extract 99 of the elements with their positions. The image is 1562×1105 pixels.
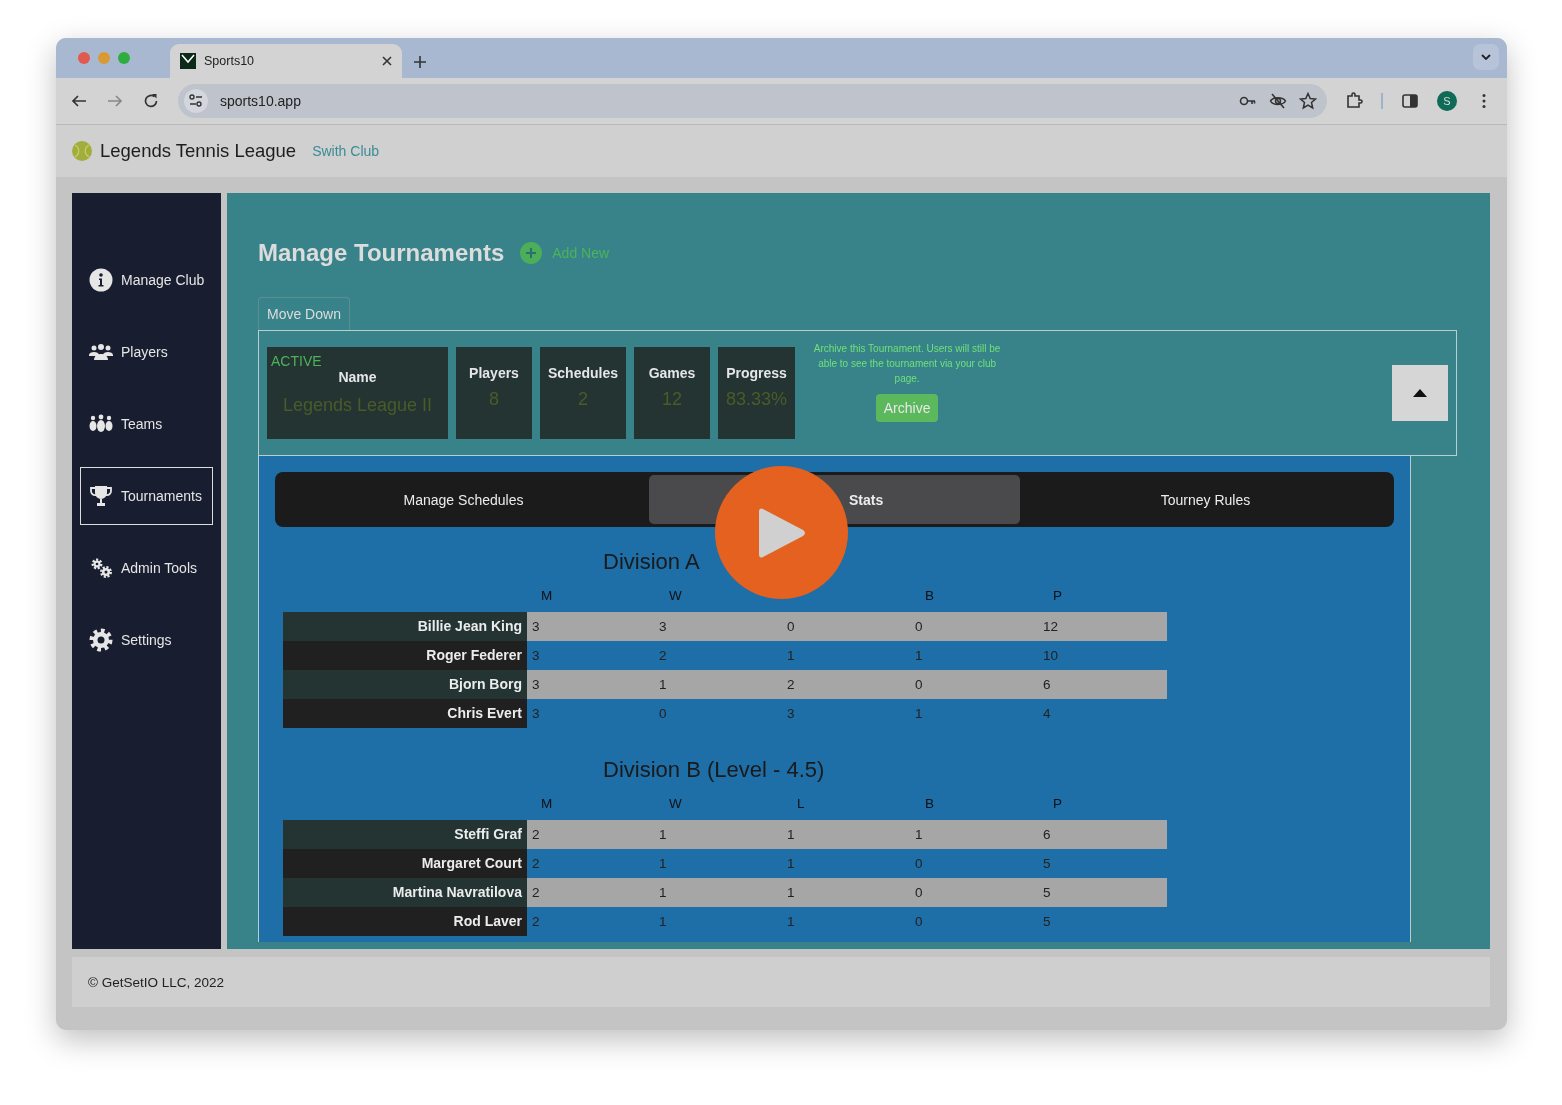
player-name: Bjorn Borg — [283, 670, 527, 699]
column-header: M — [540, 587, 554, 605]
stat-value: 1 — [914, 705, 924, 723]
division-title: Division B (Level - 4.5) — [602, 756, 826, 784]
stat-value: 0 — [911, 612, 1039, 641]
tab-search-button[interactable] — [1473, 44, 1499, 70]
chevron-down-icon — [1481, 54, 1491, 60]
page-title: Manage Tournaments — [258, 239, 505, 267]
stat-value: 0 — [911, 670, 1039, 699]
url-text: sports10.app — [220, 93, 302, 109]
stat-value: 1 — [658, 855, 668, 873]
side-panel-icon[interactable] — [1401, 92, 1420, 110]
stat-value: 1 — [655, 670, 783, 699]
tab[interactable]: Manage Schedules — [278, 475, 649, 524]
stat-value: 1 — [911, 820, 1039, 849]
star-icon[interactable] — [1299, 92, 1318, 110]
tennis-ball-icon — [72, 141, 92, 161]
copyright-text: © GetSetIO LLC, 2022 — [88, 974, 225, 990]
division-title: Division A — [602, 548, 701, 576]
stat-value: 0 — [914, 855, 924, 873]
stat-value: 2 — [658, 647, 668, 665]
stat-value: 2 — [527, 878, 655, 907]
eye-off-icon[interactable] — [1269, 92, 1288, 110]
column-header: P — [1052, 795, 1063, 813]
sidebar-item[interactable]: Manage Club — [80, 251, 213, 309]
sidebar-item[interactable]: Settings — [80, 611, 213, 669]
site-settings-icon[interactable] — [187, 92, 205, 110]
stat-value: 2 — [527, 820, 655, 849]
stat-value: 12 — [1039, 612, 1167, 641]
sidebar-item[interactable]: Tournaments — [80, 467, 213, 525]
stat-value: 5 — [1042, 855, 1052, 873]
stat-label: Progress — [726, 365, 787, 381]
column-header: B — [924, 587, 935, 605]
stat-value: 2 — [783, 670, 911, 699]
stat-value: 3 — [527, 670, 655, 699]
profile-avatar[interactable]: S — [1437, 91, 1457, 111]
stat-label: Players — [469, 365, 519, 381]
player-name: Rod Laver — [283, 907, 527, 936]
stat-value: 3 — [655, 612, 783, 641]
column-header: M — [540, 795, 554, 813]
stat-value: 4 — [1042, 705, 1052, 723]
stat-label: Games — [648, 365, 696, 381]
stat-label: Schedules — [548, 365, 619, 381]
column-header: L — [796, 795, 806, 813]
player-name: Martina Navratilova — [283, 878, 527, 907]
stat-value: 10 — [1042, 647, 1060, 665]
column-header: B — [924, 795, 935, 813]
stat-value: 3 — [786, 705, 796, 723]
stat-value: 5 — [1039, 878, 1167, 907]
puzzle-icon[interactable] — [1345, 92, 1364, 110]
stat-value: 3 — [531, 647, 541, 665]
stat-value: 1 — [914, 647, 924, 665]
jersey-icon — [180, 53, 196, 69]
tab-title: Sports10 — [204, 54, 256, 68]
site-title: Legends Tennis League — [100, 140, 297, 162]
player-name: Billie Jean King — [283, 612, 527, 641]
stat-value: 1 — [783, 878, 911, 907]
player-name: Steffi Graf — [283, 820, 527, 849]
browser-tab[interactable]: Sports10 — [170, 44, 402, 78]
status-label: ACTIVE — [271, 353, 323, 369]
stat-value: 2 — [531, 855, 541, 873]
stat-value: 3 — [527, 612, 655, 641]
trophy-icon — [89, 484, 113, 508]
player-name: Roger Federer — [283, 641, 527, 670]
tab[interactable]: Tourney Rules — [1020, 475, 1391, 524]
sidebar-item[interactable]: Admin Tools — [80, 539, 213, 597]
stat-value: 5 — [1042, 913, 1052, 931]
stat-value: 1 — [658, 913, 668, 931]
info-icon — [89, 268, 113, 292]
stat-value: 2 — [531, 913, 541, 931]
column-header: P — [1052, 587, 1063, 605]
column-header: W — [668, 795, 683, 813]
stat-label: Name — [337, 369, 378, 385]
sidebar-item[interactable]: Teams — [80, 395, 213, 453]
stat-value: 1 — [786, 855, 796, 873]
player-name: Margaret Court — [283, 849, 527, 878]
stat-value: 3 — [531, 705, 541, 723]
stat-value: 1 — [786, 647, 796, 665]
stat-value: 0 — [911, 878, 1039, 907]
address-bar[interactable]: sports10.app — [178, 84, 1328, 118]
stat-value: 6 — [1039, 820, 1167, 849]
player-name: Chris Evert — [283, 699, 527, 728]
stat-value: 1 — [783, 820, 911, 849]
stat-value: 0 — [783, 612, 911, 641]
reload-icon[interactable] — [142, 92, 160, 110]
stat-value: 1 — [655, 878, 783, 907]
stat-value: 0 — [658, 705, 668, 723]
gear-icon — [89, 628, 113, 652]
archive-note: Archive this Tournament. Users will still be able to see the tournament via your club page. — [812, 342, 1002, 386]
stat-value: 1 — [655, 820, 783, 849]
column-header: W — [668, 587, 683, 605]
sidebar-item[interactable]: Players — [80, 323, 213, 381]
new-tab-icon[interactable] — [414, 56, 426, 68]
close-tab-icon[interactable] — [382, 56, 392, 66]
stat-value: 6 — [1039, 670, 1167, 699]
caret-up-icon — [1413, 389, 1427, 397]
stat-value: 0 — [914, 913, 924, 931]
stat-value: 1 — [786, 913, 796, 931]
gears-icon — [89, 556, 113, 580]
